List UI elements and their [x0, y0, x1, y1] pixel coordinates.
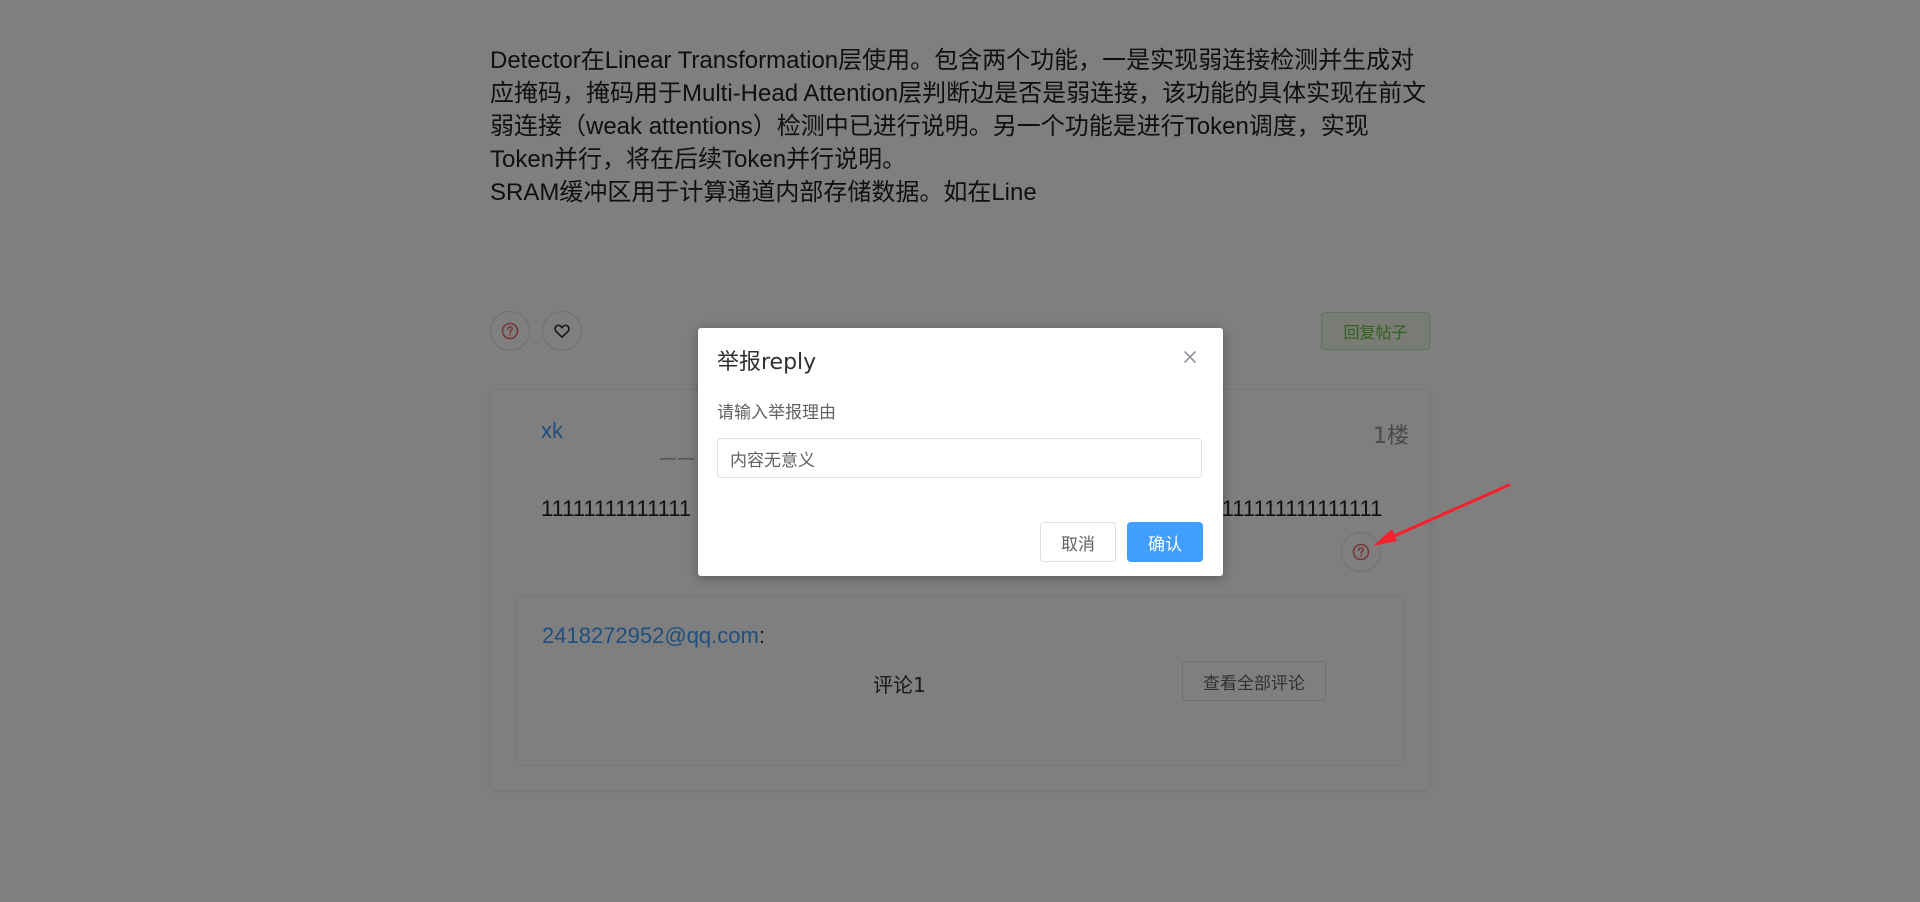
cancel-button[interactable]: 取消	[1040, 522, 1116, 562]
close-button[interactable]	[1181, 348, 1199, 366]
report-dialog: 举报reply 请输入举报理由 取消 确认	[698, 328, 1223, 576]
close-icon	[1184, 351, 1196, 363]
annotation-arrow-icon	[1373, 483, 1511, 546]
report-reason-label: 请输入举报理由	[717, 403, 836, 423]
confirm-button[interactable]: 确认	[1127, 522, 1203, 562]
dialog-title: 举报reply	[717, 350, 817, 375]
report-reason-input[interactable]	[717, 438, 1202, 478]
